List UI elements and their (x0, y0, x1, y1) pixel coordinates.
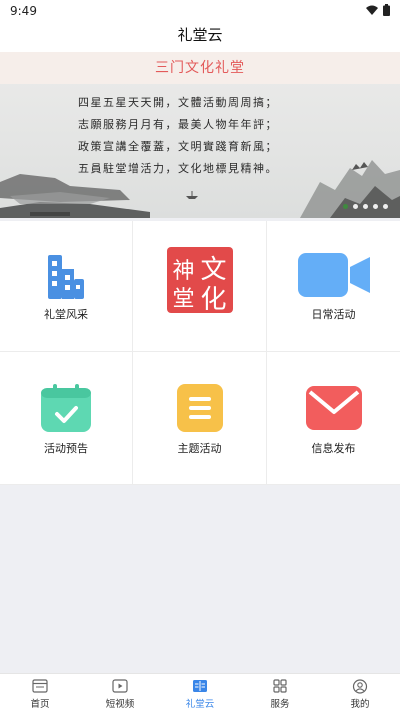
carousel-dot[interactable] (343, 204, 348, 209)
carousel-dot[interactable] (363, 204, 368, 209)
page-title: 礼堂云 (177, 26, 223, 44)
poem-line: 四星五星天天開，文體活動周周搞； (78, 96, 278, 109)
nav-mine[interactable]: 我的 (320, 674, 400, 711)
status-bar: 9:49 (0, 0, 400, 22)
home-icon (32, 679, 48, 693)
culture-seal-icon: 神 文 堂 化 (166, 247, 233, 315)
app-bar: 礼堂云 (0, 22, 400, 52)
feature-label: 礼堂风采 (44, 308, 88, 321)
seal-char: 堂 (172, 287, 195, 312)
banner-carousel[interactable]: 三门文化礼堂 四星五星天天開，文體活動周周搞； 志願服務月月有，最美人物年年評；… (0, 52, 400, 218)
buildings-icon (48, 255, 84, 299)
feature-daily-activities[interactable]: 日常活动 (267, 221, 400, 352)
battery-icon (383, 4, 390, 16)
nav-services[interactable]: 服务 (240, 674, 320, 711)
nav-home[interactable]: 首页 (0, 674, 80, 711)
feature-label: 日常活动 (311, 308, 356, 321)
carousel-dot[interactable] (373, 204, 378, 209)
seal-char: 化 (200, 285, 227, 315)
feature-label: 主题活动 (177, 442, 222, 455)
status-icons (366, 4, 390, 16)
nav-label: 礼堂云 (185, 699, 215, 710)
mail-icon (305, 386, 362, 430)
carousel-dot[interactable] (383, 204, 388, 209)
feature-auditorium-style[interactable]: 礼堂风采 (0, 221, 133, 352)
wifi-icon (366, 5, 378, 15)
feature-activity-preview[interactable]: 活动预告 (0, 352, 133, 485)
feature-grid: 礼堂风采 神 文 堂 化 日常活动 活动预告 主题活动 信息发布 (0, 221, 400, 485)
feature-label: 活动预告 (44, 442, 88, 455)
feature-theme-activities[interactable]: 主题活动 (133, 352, 267, 485)
book-icon (193, 680, 207, 692)
nav-label: 我的 (350, 699, 370, 710)
grid-icon (273, 679, 287, 693)
feature-culture-seal[interactable]: 神 文 堂 化 (133, 221, 267, 352)
nav-short-video[interactable]: 短视频 (80, 674, 160, 711)
list-icon (176, 384, 223, 432)
carousel-dots (343, 204, 388, 209)
calendar-check-icon (41, 384, 91, 432)
banner-title: 三门文化礼堂 (0, 52, 400, 84)
carousel-dot[interactable] (353, 204, 358, 209)
nav-label: 服务 (270, 699, 290, 710)
play-icon (112, 679, 128, 693)
user-icon (352, 679, 368, 694)
feature-info-release[interactable]: 信息发布 (267, 352, 400, 485)
banner-landscape-image (0, 160, 400, 218)
nav-label: 首页 (30, 699, 50, 710)
bottom-navigation: 首页 短视频 礼堂云 服务 我的 (0, 673, 400, 711)
status-time: 9:49 (10, 4, 37, 18)
nav-auditorium-cloud[interactable]: 礼堂云 (160, 674, 240, 711)
video-camera-icon (297, 253, 370, 297)
feature-label: 信息发布 (311, 442, 356, 455)
nav-label: 短视频 (105, 699, 135, 710)
